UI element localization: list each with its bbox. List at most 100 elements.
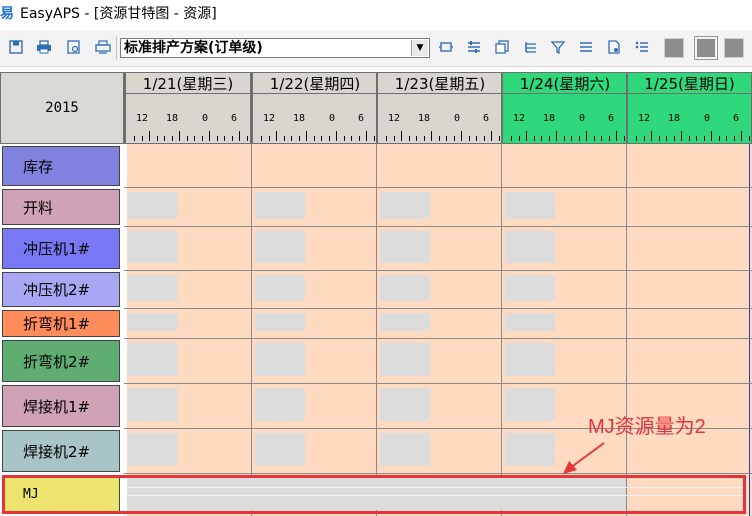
task-block[interactable]: [255, 433, 305, 466]
list-icon[interactable]: [578, 39, 594, 55]
resource-row-header[interactable]: 库存: [2, 146, 120, 186]
resource-row-header[interactable]: 焊接机1#: [2, 385, 120, 427]
view-square-3[interactable]: [724, 38, 744, 58]
year-label: 2015: [45, 100, 79, 116]
filter-icon[interactable]: [550, 39, 566, 55]
task-block[interactable]: [380, 433, 430, 466]
refresh-icon[interactable]: [438, 39, 454, 55]
task-block[interactable]: [255, 275, 305, 301]
task-block[interactable]: [380, 343, 430, 376]
task-block[interactable]: [128, 192, 178, 219]
task-block[interactable]: [380, 231, 430, 263]
hour-tick-label: 0: [454, 113, 461, 124]
view-square-1[interactable]: [664, 38, 684, 58]
hour-tick-label: 18: [543, 113, 556, 124]
hour-tick: [306, 131, 307, 141]
task-block[interactable]: [255, 231, 305, 263]
hour-tick-label: 6: [608, 113, 615, 124]
task-block[interactable]: [255, 388, 305, 421]
printer-setup-icon[interactable]: [95, 39, 111, 55]
task-block[interactable]: [505, 343, 555, 376]
align-icon[interactable]: [466, 39, 482, 55]
hour-tick: [483, 136, 485, 141]
hour-tick: [416, 136, 417, 141]
annotation-arrow-icon: [563, 442, 605, 474]
resource-row-header[interactable]: 折弯机2#: [2, 340, 120, 382]
hour-tick: [343, 136, 345, 141]
task-block[interactable]: [505, 388, 555, 421]
hour-tick: [586, 131, 587, 141]
hour-tick: [548, 136, 550, 141]
task-block[interactable]: [505, 433, 555, 466]
task-block[interactable]: [255, 192, 305, 219]
task-block[interactable]: [128, 231, 178, 263]
print-icon[interactable]: [36, 39, 52, 55]
print-preview-icon[interactable]: [66, 39, 82, 55]
task-block[interactable]: [128, 343, 178, 376]
task-block[interactable]: [505, 231, 555, 263]
hour-tick: [696, 136, 697, 141]
hour-tick: [726, 136, 727, 141]
hour-tick: [491, 131, 492, 141]
date-header-cell: 1/21(星期三) 12 18 0 6: [124, 72, 251, 144]
resource-row-header[interactable]: 折弯机1#: [2, 310, 120, 337]
document-icon[interactable]: [606, 39, 622, 55]
resource-name: 开料: [23, 198, 54, 217]
resource-row-header[interactable]: 焊接机2#: [2, 430, 120, 472]
task-block[interactable]: [380, 275, 430, 301]
scheme-select-value: 标准排产方案(订单级): [124, 40, 263, 56]
task-block[interactable]: [128, 275, 178, 301]
hour-tick-label: 18: [293, 113, 306, 124]
task-block[interactable]: [255, 313, 305, 331]
title-bar: 易 EasyAPS - [资源甘特图 - 资源]: [0, 0, 752, 30]
hour-tick: [373, 136, 375, 141]
hour-tick: [461, 131, 462, 141]
hour-tick: [386, 136, 387, 141]
hour-tick-label: 6: [483, 113, 490, 124]
year-cell: 2015: [0, 72, 124, 144]
task-block[interactable]: [380, 313, 430, 331]
hour-tick-label: 12: [263, 113, 276, 124]
hour-tick: [468, 136, 470, 141]
annotation-text: MJ资源量为2: [588, 416, 706, 438]
scheme-select[interactable]: 标准排产方案(订单级) ▼: [120, 38, 430, 58]
hour-scale-divider: [253, 93, 377, 94]
hour-tick-label: 18: [166, 113, 179, 124]
save-icon[interactable]: [8, 39, 24, 55]
task-block[interactable]: [380, 388, 430, 421]
resource-name: 冲压机1#: [23, 240, 91, 258]
date-header-cell: 1/25(星期日) 12 18 0 6: [626, 72, 752, 144]
task-block[interactable]: [128, 433, 178, 466]
view-square-2[interactable]: [694, 36, 718, 60]
hour-tick: [321, 136, 322, 141]
chart-area[interactable]: [127, 144, 752, 516]
task-block[interactable]: [505, 275, 555, 301]
task-block[interactable]: [505, 192, 555, 219]
date-label: 1/22(星期四): [269, 75, 361, 93]
hour-tick: [224, 136, 225, 141]
task-block[interactable]: [505, 313, 555, 331]
row-grid-line: [124, 308, 752, 309]
hour-tick: [201, 136, 203, 141]
hour-tick: [556, 131, 557, 141]
date-header-cell: 1/22(星期四) 12 18 0 6: [251, 72, 378, 144]
hour-tick: [593, 136, 595, 141]
hour-tick: [246, 136, 248, 141]
indent-icon[interactable]: [522, 39, 538, 55]
hour-tick: [268, 136, 270, 141]
resource-row-header[interactable]: 冲压机2#: [2, 272, 120, 307]
task-block[interactable]: [255, 343, 305, 376]
resource-row-header[interactable]: 冲压机1#: [2, 228, 120, 269]
hour-tick: [351, 136, 352, 141]
task-block[interactable]: [128, 388, 178, 421]
hour-tick: [393, 136, 395, 141]
chevron-down-icon[interactable]: ▼: [411, 40, 428, 56]
copy-icon[interactable]: [494, 39, 510, 55]
task-block[interactable]: [128, 313, 178, 331]
toolbar: 标准排产方案(订单级) ▼: [0, 30, 752, 67]
task-block[interactable]: [380, 192, 430, 219]
resource-row-header[interactable]: 开料: [2, 189, 120, 225]
hour-tick-label: 6: [358, 113, 365, 124]
hour-tick: [518, 136, 520, 141]
sort-icon[interactable]: [634, 39, 650, 55]
